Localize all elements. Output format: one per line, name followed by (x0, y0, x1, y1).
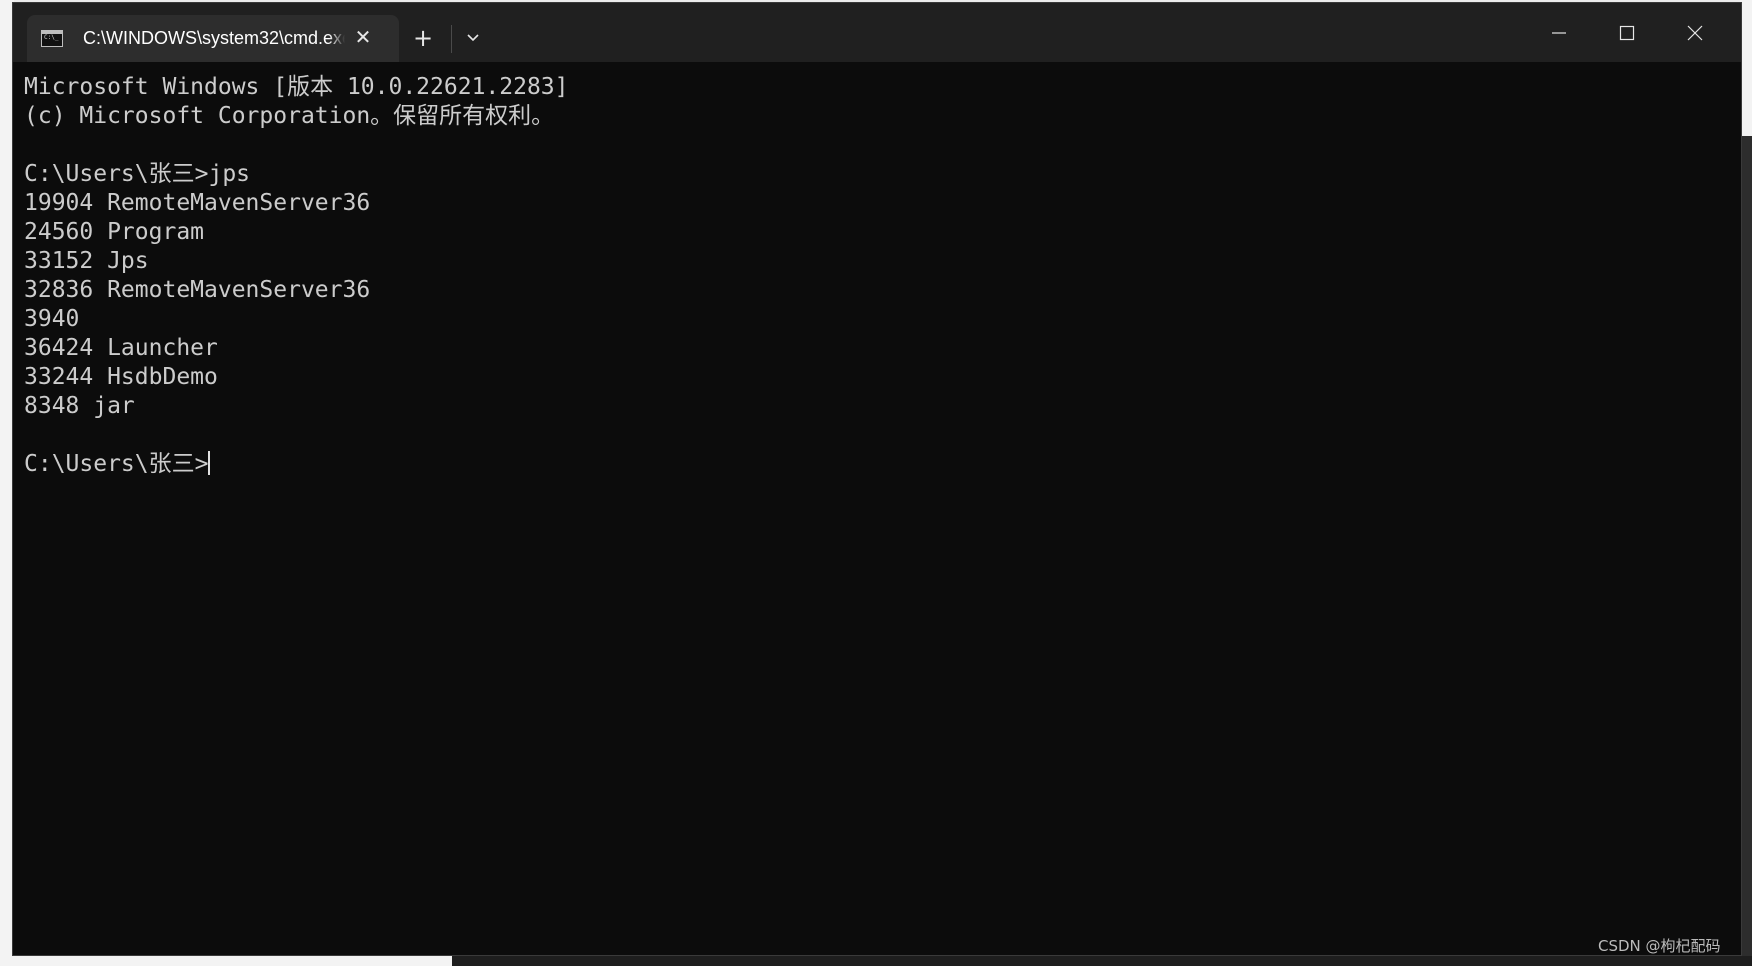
maximize-icon (1619, 25, 1635, 41)
tab-dropdown-button[interactable] (455, 21, 491, 55)
console-line: 8348 jar (24, 393, 135, 419)
console-line: 33244 HsdbDemo (24, 364, 218, 390)
command-prompt-line[interactable]: C:\Users\张三> (24, 450, 1724, 479)
tab-cmd[interactable]: C:\WINDOWS\system32\cmd.exe ✕ (27, 15, 399, 62)
new-tab-button[interactable]: + (403, 21, 443, 55)
text-cursor (208, 451, 211, 475)
tab-separator (451, 25, 452, 53)
minimize-button[interactable] (1525, 3, 1593, 62)
console-line: 3940 (24, 306, 80, 332)
console-line: 33152 Jps (24, 248, 149, 274)
cmd-icon (41, 30, 63, 47)
terminal-window: C:\WINDOWS\system32\cmd.exe ✕ + (12, 2, 1742, 956)
console-line: Microsoft Windows [版本 10.0.22621.2283] (24, 74, 569, 100)
console-line: 19904 RemoteMavenServer36 (24, 190, 371, 216)
console-line: 32836 RemoteMavenServer36 (24, 277, 371, 303)
command-prompt: C:\Users\张三> (24, 451, 209, 477)
close-icon (1687, 25, 1703, 41)
console-output[interactable]: Microsoft Windows [版本 10.0.22621.2283] (… (24, 73, 1724, 479)
console-line: 24560 Program (24, 219, 205, 245)
title-bar[interactable]: C:\WINDOWS\system32\cmd.exe ✕ + (13, 3, 1741, 62)
console-line: 36424 Launcher (24, 335, 218, 361)
close-window-button[interactable] (1661, 3, 1729, 62)
console-line: C:\Users\张三>jps (24, 161, 251, 187)
minimize-icon (1552, 32, 1566, 34)
console-line: (c) Microsoft Corporation。保留所有权利。 (24, 103, 555, 129)
maximize-button[interactable] (1593, 3, 1661, 62)
chevron-down-icon (467, 34, 479, 42)
background-window-bottom-left (0, 956, 452, 966)
watermark: CSDN @枸杞配码 (1598, 937, 1721, 955)
tab-close-button[interactable]: ✕ (351, 25, 375, 49)
tab-title: C:\WINDOWS\system32\cmd.exe (83, 28, 345, 49)
